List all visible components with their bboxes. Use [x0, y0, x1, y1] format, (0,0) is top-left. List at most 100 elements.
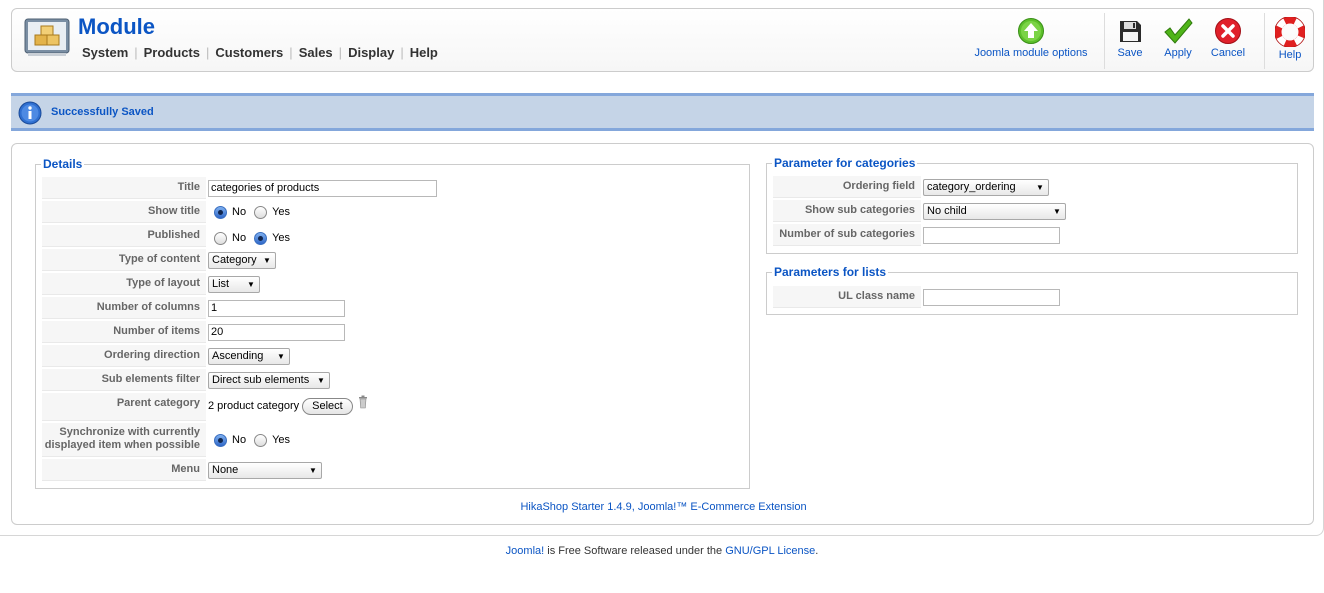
synchronize-label: Synchronize with currently displayed item… — [42, 423, 206, 457]
main-content: Details Title categories of products Sho… — [11, 143, 1314, 525]
menu-system[interactable]: System — [82, 45, 128, 60]
parent-category-value: 2 product category — [208, 400, 300, 412]
number-of-items-label: Number of items — [42, 321, 206, 343]
ordering-direction-row: Ordering direction Ascending ▼ — [42, 345, 742, 367]
title-row: Title categories of products — [42, 177, 742, 199]
menu-select[interactable]: None ▼ — [208, 461, 322, 479]
cancel-button[interactable]: Cancel — [1208, 17, 1248, 59]
menu-customers[interactable]: Customers — [215, 45, 283, 60]
lifebuoy-icon — [1275, 17, 1305, 47]
categories-fieldset: Parameter for categories Ordering field … — [766, 156, 1298, 254]
type-of-content-label: Type of content — [42, 249, 206, 271]
select-category-button[interactable]: Select — [302, 397, 353, 415]
number-of-sub-categories-label: Number of sub categories — [773, 224, 921, 246]
save-button[interactable]: Save — [1112, 17, 1148, 59]
ordering-field-select[interactable]: category_ordering ▼ — [923, 178, 1049, 196]
footer-end: . — [815, 545, 819, 557]
cancel-label: Cancel — [1210, 47, 1246, 59]
number-of-sub-categories-input[interactable] — [923, 226, 1060, 244]
menu-display[interactable]: Display — [348, 45, 394, 60]
menu-sales[interactable]: Sales — [299, 45, 333, 60]
gpl-license-link[interactable]: GNU/GPL License — [725, 545, 815, 557]
upload-arrow-icon — [1018, 18, 1044, 44]
show-sub-categories-label: Show sub categories — [773, 200, 921, 222]
synchronize-no-radio[interactable]: No — [214, 433, 246, 447]
ordering-direction-select[interactable]: Ascending ▼ — [208, 347, 290, 365]
published-no-radio[interactable]: No — [214, 231, 246, 245]
show-title-label: Show title — [42, 201, 206, 223]
floppy-disk-icon — [1120, 21, 1141, 42]
menu-help[interactable]: Help — [410, 45, 438, 60]
show-title-row: Show title No Yes — [42, 201, 742, 223]
toolbar: Module System | Products | Customers | Sale… — [11, 8, 1314, 72]
toolbar-divider — [1104, 13, 1105, 69]
hikashop-credit-link[interactable]: HikaShop Starter 1.4.9, Joomla!™ E-Comme… — [12, 501, 1315, 513]
sub-elements-filter-select[interactable]: Direct sub elements ▼ — [208, 371, 330, 389]
page-footer: Joomla! is Free Software released under … — [0, 545, 1324, 557]
ordering-field-label: Ordering field — [773, 176, 921, 198]
toolbar-divider — [1264, 13, 1265, 69]
menu-products[interactable]: Products — [144, 45, 200, 60]
footer-text: is Free Software released under the — [544, 545, 726, 557]
help-button[interactable]: Help — [1272, 17, 1308, 61]
dropdown-arrow-icon: ▼ — [1036, 182, 1044, 192]
ul-class-name-label: UL class name — [773, 286, 921, 308]
title-input[interactable]: categories of products — [208, 179, 437, 197]
cancel-x-icon — [1215, 18, 1241, 44]
details-legend: Details — [41, 157, 85, 171]
number-of-items-input[interactable]: 20 — [208, 323, 345, 341]
parent-category-row: Parent category 2 product category Selec… — [42, 393, 742, 421]
ordering-field-row: Ordering field category_ordering ▼ — [773, 176, 1291, 198]
type-of-layout-select[interactable]: List ▼ — [208, 275, 260, 293]
show-sub-categories-row: Show sub categories No child ▼ — [773, 200, 1291, 222]
type-of-content-row: Type of content Category ▼ — [42, 249, 742, 271]
lists-legend: Parameters for lists — [772, 265, 889, 279]
synchronize-row: Synchronize with currently displayed item… — [42, 423, 742, 457]
parent-category-label: Parent category — [42, 393, 206, 421]
help-label: Help — [1278, 49, 1302, 61]
show-sub-categories-select[interactable]: No child ▼ — [923, 202, 1066, 220]
apply-label: Apply — [1164, 47, 1192, 59]
published-label: Published — [42, 225, 206, 247]
ul-class-name-row: UL class name — [773, 286, 1291, 308]
synchronize-yes-radio[interactable]: Yes — [254, 433, 290, 447]
checkmark-icon — [1164, 18, 1193, 44]
joomla-module-options-button[interactable]: Joomla module options — [972, 17, 1090, 59]
published-row: Published No Yes — [42, 225, 742, 247]
joomla-link[interactable]: Joomla! — [506, 545, 545, 557]
show-title-no-radio[interactable]: No — [214, 205, 246, 219]
type-of-layout-row: Type of layout List ▼ — [42, 273, 742, 295]
number-of-columns-input[interactable]: 1 — [208, 299, 345, 317]
menu-row: Menu None ▼ — [42, 459, 742, 481]
apply-button[interactable]: Apply — [1160, 17, 1196, 59]
title-label: Title — [42, 177, 206, 199]
number-of-sub-categories-row: Number of sub categories — [773, 224, 1291, 246]
menu-label: Menu — [42, 459, 206, 481]
dropdown-arrow-icon: ▼ — [1053, 206, 1061, 216]
dropdown-arrow-icon: ▼ — [309, 465, 317, 475]
number-of-columns-label: Number of columns — [42, 297, 206, 319]
lists-fieldset: Parameters for lists UL class name — [766, 265, 1298, 315]
trash-icon[interactable] — [358, 395, 368, 409]
success-message: Successfully Saved — [11, 93, 1314, 131]
sub-elements-filter-label: Sub elements filter — [42, 369, 206, 391]
published-yes-radio[interactable]: Yes — [254, 231, 290, 245]
joomla-module-options-label: Joomla module options — [974, 47, 1088, 59]
number-of-items-row: Number of items 20 — [42, 321, 742, 343]
type-of-content-select[interactable]: Category ▼ — [208, 251, 276, 269]
show-title-yes-radio[interactable]: Yes — [254, 205, 290, 219]
message-text: Successfully Saved — [51, 106, 154, 118]
dropdown-arrow-icon: ▼ — [263, 255, 271, 265]
sub-elements-filter-row: Sub elements filter Direct sub elements ▼ — [42, 369, 742, 391]
ul-class-name-input[interactable] — [923, 288, 1060, 306]
dropdown-arrow-icon: ▼ — [247, 279, 255, 289]
details-fieldset: Details Title categories of products Sho… — [35, 157, 750, 489]
info-icon — [18, 101, 42, 125]
type-of-layout-label: Type of layout — [42, 273, 206, 295]
module-icon — [24, 17, 70, 57]
save-label: Save — [1117, 47, 1143, 59]
ordering-direction-label: Ordering direction — [42, 345, 206, 367]
dropdown-arrow-icon: ▼ — [277, 351, 285, 361]
page-title: Module — [78, 14, 155, 39]
number-of-columns-row: Number of columns 1 — [42, 297, 742, 319]
